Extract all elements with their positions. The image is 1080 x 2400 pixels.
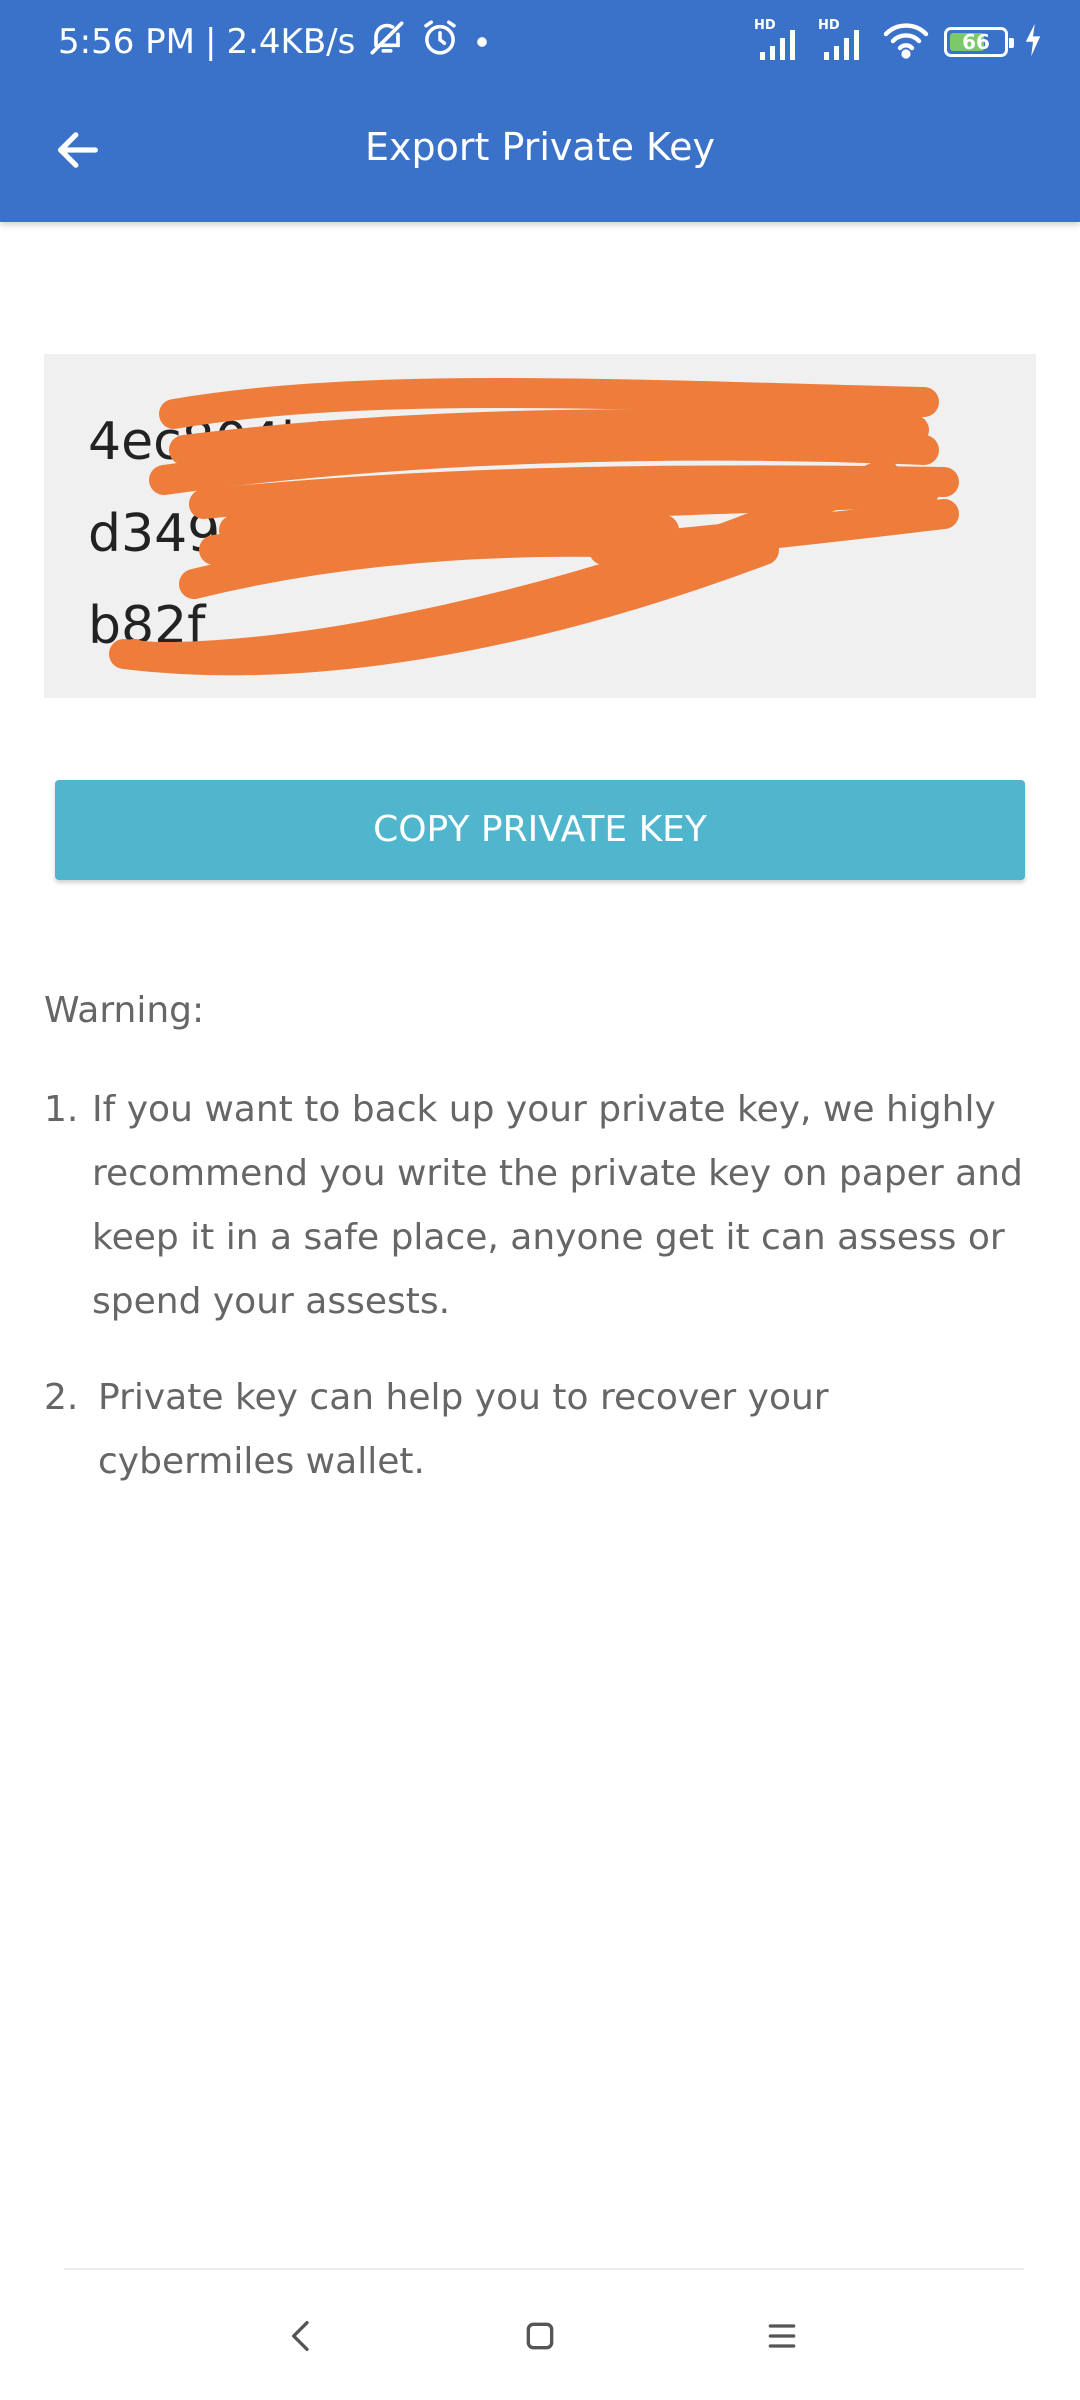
nav-home-icon bbox=[520, 2316, 560, 2360]
status-separator: | bbox=[205, 22, 217, 62]
status-time: 5:56 PM bbox=[58, 22, 195, 62]
status-left: 5:56 PM | 2.4KB/s bbox=[58, 16, 493, 68]
nav-home-button[interactable] bbox=[500, 2298, 580, 2378]
hd-badge: HD bbox=[754, 18, 776, 33]
status-right: HD HD 66 bbox=[754, 16, 1044, 68]
private-key-box: 4ec804b7 d349 b82f bbox=[44, 354, 1036, 698]
nav-back-button[interactable] bbox=[262, 2298, 342, 2378]
arrow-left-icon bbox=[52, 124, 104, 180]
warning-number: 2. bbox=[44, 1377, 79, 1418]
page-title: Export Private Key bbox=[365, 125, 715, 169]
toolbar: Export Private Key bbox=[0, 84, 1080, 222]
warning-text: If you want to back up your private key,… bbox=[92, 1089, 1023, 1322]
signal-icon: HD bbox=[754, 18, 804, 62]
battery-nub bbox=[1009, 38, 1014, 48]
warning-item-2: 2. Private key can help you to recover y… bbox=[44, 1366, 1034, 1494]
mute-icon bbox=[365, 16, 409, 69]
app-header: 5:56 PM | 2.4KB/s HD HD 66 Export Privat… bbox=[0, 0, 1080, 222]
status-bar: 5:56 PM | 2.4KB/s HD HD 66 bbox=[0, 0, 1080, 84]
dot-icon bbox=[471, 22, 493, 62]
wifi-icon bbox=[882, 20, 930, 64]
signal-icon: HD bbox=[818, 18, 868, 62]
warning-number: 1. bbox=[44, 1089, 79, 1130]
charging-icon bbox=[1022, 22, 1044, 62]
battery-level: 66 bbox=[962, 30, 990, 54]
warning-item-1: 1. If you want to back up your private k… bbox=[44, 1078, 1034, 1334]
warning-text: Private key can help you to recover your… bbox=[98, 1377, 829, 1482]
alarm-icon bbox=[419, 17, 461, 68]
nav-recents-button[interactable] bbox=[742, 2298, 822, 2378]
hd-badge: HD bbox=[818, 18, 840, 33]
warning-title: Warning: bbox=[44, 990, 205, 1031]
nav-recents-icon bbox=[762, 2316, 802, 2360]
battery-icon: 66 bbox=[944, 27, 1014, 57]
system-nav-bar bbox=[0, 2270, 1080, 2400]
copy-private-key-button[interactable]: COPY PRIVATE KEY bbox=[55, 780, 1025, 880]
back-button[interactable] bbox=[40, 114, 116, 190]
warning-list: 1. If you want to back up your private k… bbox=[44, 1078, 1034, 1526]
private-key-text: 4ec804b7 d349 b82f bbox=[88, 412, 348, 656]
network-speed: 2.4KB/s bbox=[226, 22, 356, 62]
nav-back-icon bbox=[282, 2316, 322, 2360]
